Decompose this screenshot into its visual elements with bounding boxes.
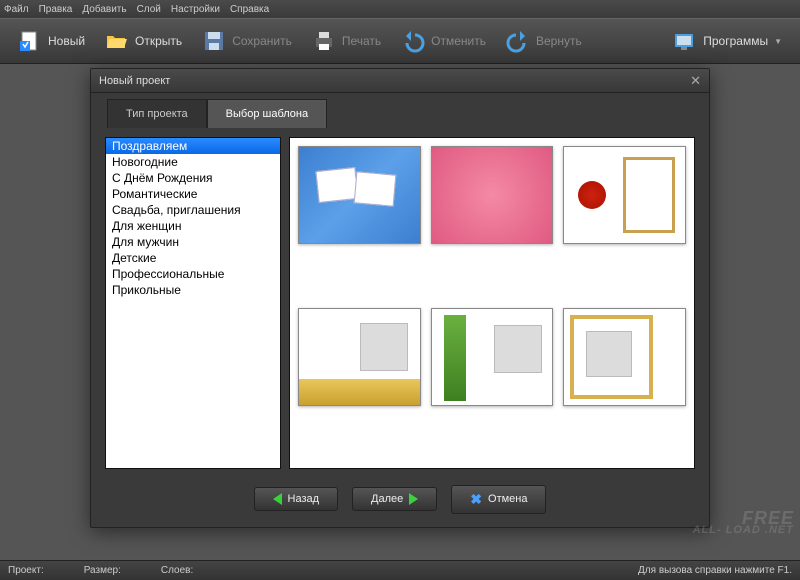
category-item[interactable]: Для мужчин <box>106 234 280 250</box>
next-button[interactable]: Далее <box>352 487 437 511</box>
dialog-footer: Назад Далее ✖ Отмена <box>91 479 709 519</box>
dialog-titlebar[interactable]: Новый проект ✕ <box>91 69 709 93</box>
menu-settings[interactable]: Настройки <box>171 4 220 15</box>
programs-icon <box>673 29 697 53</box>
arrow-right-icon <box>409 493 418 505</box>
category-item[interactable]: С Днём Рождения <box>106 170 280 186</box>
status-layers: Слоев: <box>161 565 193 576</box>
category-item[interactable]: Романтические <box>106 186 280 202</box>
menu-layer[interactable]: Слой <box>137 4 161 15</box>
cancel-button[interactable]: ✖ Отмена <box>451 485 546 514</box>
back-button[interactable]: Назад <box>254 487 339 511</box>
workspace: Новый проект ✕ Тип проекта Выбор шаблона… <box>0 64 800 560</box>
print-icon <box>312 29 336 53</box>
template-thumbnail[interactable] <box>431 146 554 244</box>
save-icon <box>202 29 226 53</box>
undo-button[interactable]: Отменить <box>393 25 494 57</box>
template-thumbnail[interactable] <box>298 308 421 406</box>
status-help-hint: Для вызова справки нажмите F1. <box>638 565 792 576</box>
dialog-title: Новый проект <box>99 75 170 87</box>
new-icon <box>18 29 42 53</box>
template-thumbnail[interactable] <box>563 146 686 244</box>
template-thumbnail[interactable] <box>431 308 554 406</box>
menu-help[interactable]: Справка <box>230 4 269 15</box>
new-button[interactable]: Новый <box>10 25 93 57</box>
close-icon[interactable]: ✕ <box>690 73 701 89</box>
save-button[interactable]: Сохранить <box>194 25 300 57</box>
category-item[interactable]: Профессиональные <box>106 266 280 282</box>
new-project-dialog: Новый проект ✕ Тип проекта Выбор шаблона… <box>90 68 710 528</box>
template-thumbnail[interactable] <box>298 146 421 244</box>
template-grid <box>289 137 695 469</box>
redo-icon <box>506 29 530 53</box>
cancel-icon: ✖ <box>470 491 482 508</box>
status-project: Проект: <box>8 565 44 576</box>
dialog-tabs: Тип проекта Выбор шаблона <box>91 93 709 127</box>
arrow-left-icon <box>273 493 282 505</box>
main-toolbar: Новый Открыть Сохранить Печать Отменить … <box>0 18 800 64</box>
menu-edit[interactable]: Правка <box>39 4 73 15</box>
redo-button[interactable]: Вернуть <box>498 25 590 57</box>
category-item[interactable]: Для женщин <box>106 218 280 234</box>
category-item[interactable]: Детские <box>106 250 280 266</box>
category-item[interactable]: Прикольные <box>106 282 280 298</box>
category-item[interactable]: Поздравляем <box>106 138 280 154</box>
print-button[interactable]: Печать <box>304 25 389 57</box>
tab-project-type[interactable]: Тип проекта <box>107 99 207 128</box>
status-bar: Проект: Размер: Слоев: Для вызова справк… <box>0 560 800 580</box>
chevron-down-icon: ▼ <box>774 37 782 46</box>
template-thumbnail[interactable] <box>563 308 686 406</box>
programs-button[interactable]: Программы ▼ <box>665 25 790 57</box>
category-item[interactable]: Новогодние <box>106 154 280 170</box>
undo-icon <box>401 29 425 53</box>
menubar: Файл Правка Добавить Слой Настройки Спра… <box>0 0 800 18</box>
open-button[interactable]: Открыть <box>97 25 190 57</box>
tab-template-select[interactable]: Выбор шаблона <box>207 99 327 128</box>
status-size: Размер: <box>84 565 121 576</box>
dialog-body: Поздравляем Новогодние С Днём Рождения Р… <box>91 127 709 479</box>
category-item[interactable]: Свадьба, приглашения <box>106 202 280 218</box>
category-list[interactable]: Поздравляем Новогодние С Днём Рождения Р… <box>105 137 281 469</box>
menu-add[interactable]: Добавить <box>82 4 126 15</box>
folder-open-icon <box>105 29 129 53</box>
menu-file[interactable]: Файл <box>4 4 29 15</box>
